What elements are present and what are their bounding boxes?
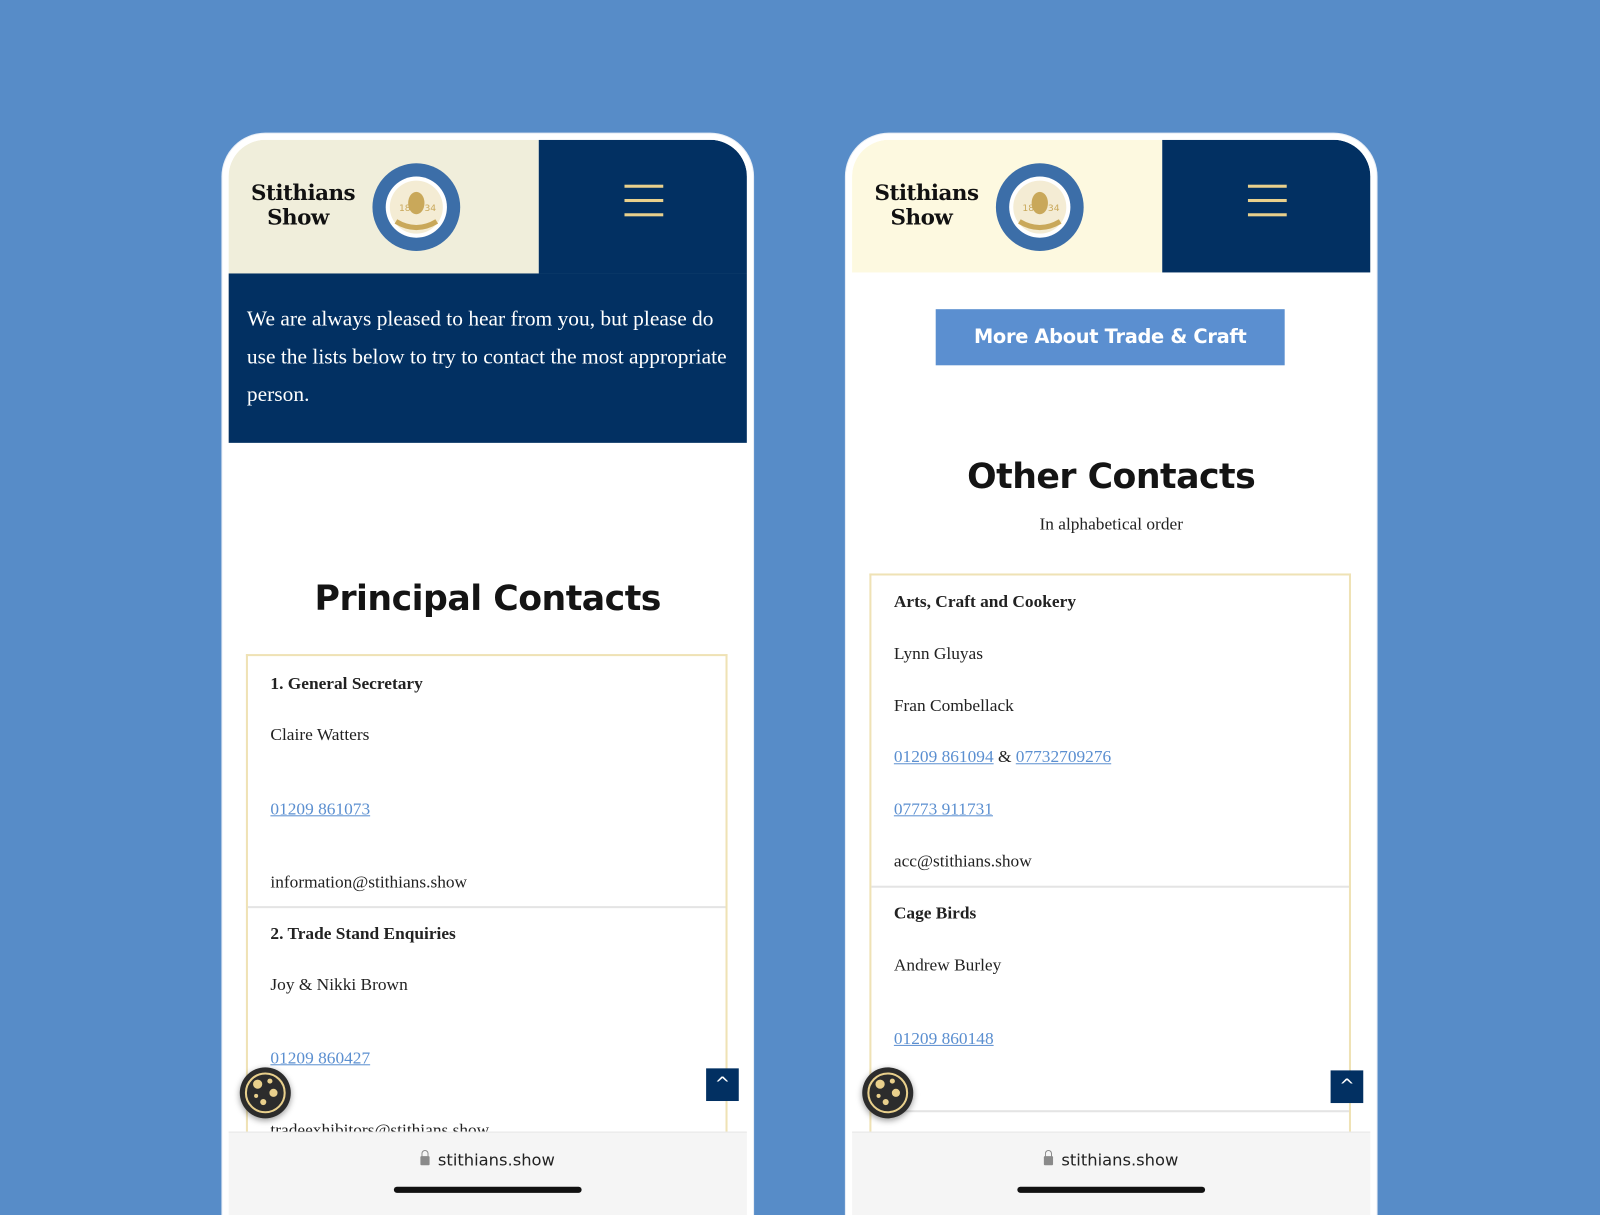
brand-name[interactable]: Stithians Show [874,180,979,230]
phone-link[interactable]: 01209 860148 [894,1029,994,1049]
subheading: In alphabetical order [1039,514,1183,534]
page-heading: Other Contacts [967,456,1256,497]
contact-item: Arts, Craft and Cookery Lynn Gluyas Fran… [871,576,1349,888]
home-indicator[interactable] [1017,1186,1206,1193]
site-header: Stithians Show 18 34 [852,139,1371,273]
contacts-card: Arts, Craft and Cookery Lynn Gluyas Fran… [869,573,1352,1145]
cookie-settings-icon[interactable] [239,1067,291,1119]
svg-text:18: 18 [1022,203,1034,214]
phone-link[interactable]: 01209 860427 [270,1048,370,1068]
menu-icon[interactable] [1247,184,1287,218]
intro-text: We are always pleased to hear from you, … [228,273,747,443]
trade-craft-stands-button[interactable]: More About Trade & Craft Stands [935,309,1285,404]
phone-link[interactable]: 01209 861073 [270,799,370,819]
phone-link[interactable]: 07773 911731 [894,799,993,819]
lock-icon [420,1149,430,1166]
page-heading: Principal Contacts [314,578,662,620]
menu-icon[interactable] [624,184,664,218]
svg-text:34: 34 [1048,203,1060,214]
site-header: Stithians Show 18 34 [228,139,747,274]
address-bar[interactable]: stithians.show [852,1150,1370,1169]
address-bar[interactable]: stithians.show [229,1150,747,1169]
scroll-to-top-button[interactable]: ^ [1330,1070,1364,1104]
svg-text:18: 18 [399,203,411,214]
browser-bar: stithians.show [228,1131,747,1215]
contacts-card: 1. General Secretary Claire Watters 0120… [245,654,728,1144]
contact-item: Cage Birds Andrew Burley 01209 860148 [871,888,1349,1113]
seal-logo-icon[interactable]: 18 34 [995,162,1085,252]
lock-icon [1044,1149,1054,1166]
contact-item: 1. General Secretary Claire Watters 0120… [247,656,726,909]
phone-link[interactable]: 01209 861094 [894,747,994,766]
svg-text:34: 34 [424,203,436,214]
contact-item: 2. Trade Stand Enquiries Joy & Nikki Bro… [270,923,490,1140]
seal-logo-icon[interactable]: 18 34 [371,162,461,252]
brand-name[interactable]: Stithians Show [251,180,356,230]
phone-link[interactable]: 07732709276 [1016,747,1111,766]
cookie-settings-icon[interactable] [862,1067,914,1119]
browser-bar: stithians.show [852,1131,1371,1215]
home-indicator[interactable] [393,1186,582,1193]
phone-right: Stithians Show 18 34 More About Trade & Cr… [845,133,1377,1215]
scroll-to-top-button[interactable]: ^ [706,1068,739,1102]
phone-left: Stithians Show 18 34 We are always pleased… [222,133,754,1215]
